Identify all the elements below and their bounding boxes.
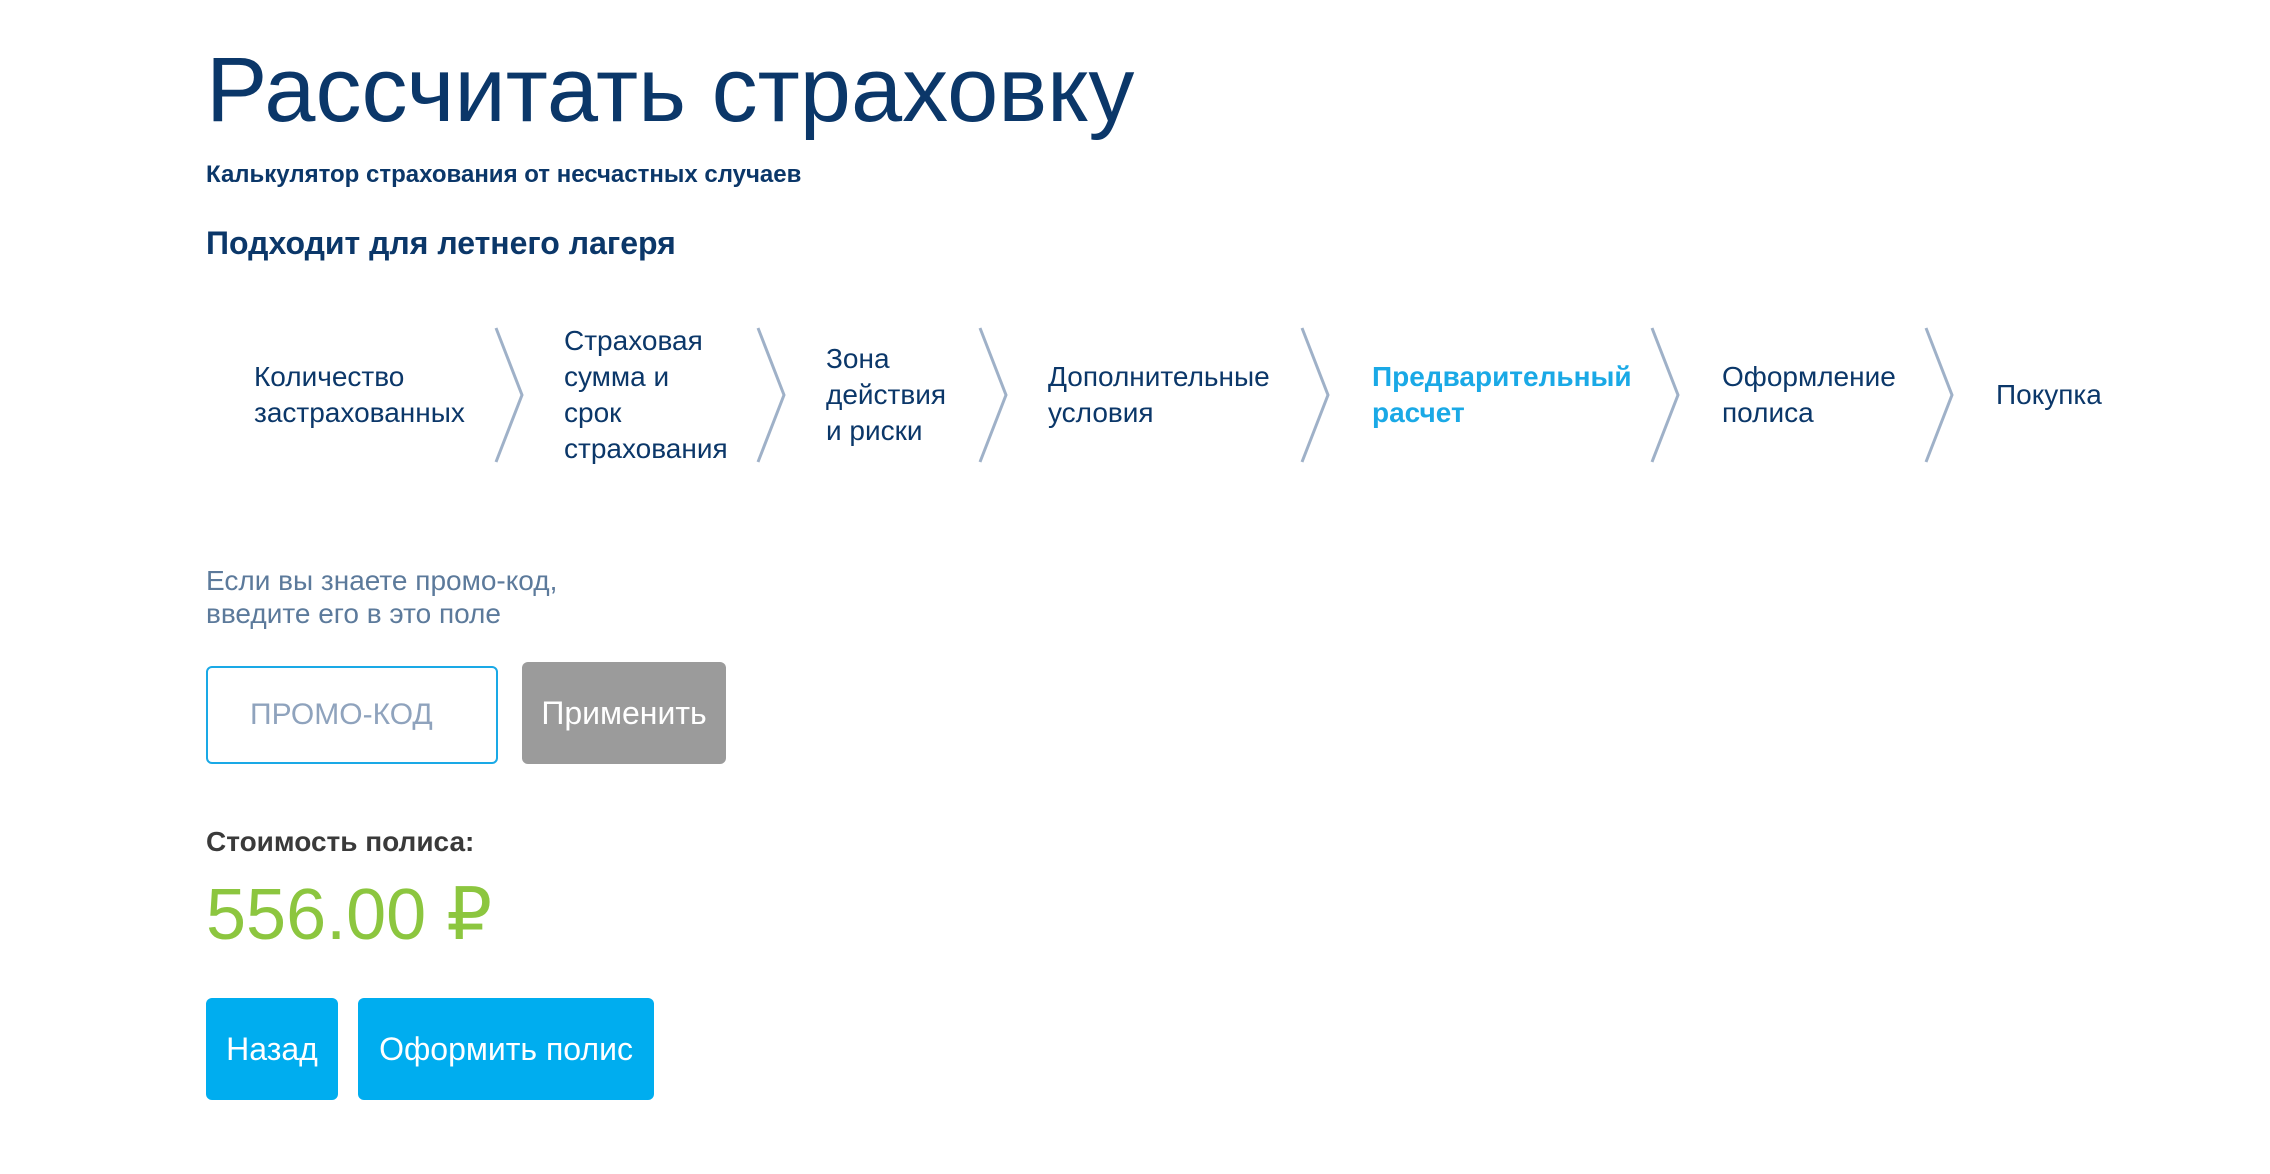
page-title: Рассчитать страховку: [206, 39, 1135, 141]
policy-cost-label: Стоимость полиса:: [206, 826, 475, 857]
step-label: Количество застрахованных: [254, 361, 465, 428]
calculator-page: Рассчитать страховку Калькулятор страхов…: [206, 0, 2206, 1174]
step-label: Страховая сумма и срок страхования: [564, 325, 728, 464]
page-subtitle: Калькулятор страхования от несчастных сл…: [206, 161, 802, 188]
step-zone-and-risks[interactable]: Зона действия и риски: [826, 320, 946, 470]
page-tagline: Подходит для летнего лагеря: [206, 225, 676, 261]
step-label: Покупка: [1996, 379, 2102, 410]
chevron-right-icon: [978, 327, 1008, 463]
chevron-right-icon: [494, 327, 524, 463]
promo-hint: Если вы знаете промо-код, введите его в …: [206, 565, 558, 629]
back-button[interactable]: Назад: [206, 998, 338, 1100]
issue-policy-button[interactable]: Оформить полис: [358, 998, 654, 1100]
step-policy-registration[interactable]: Оформление полиса: [1722, 320, 1896, 470]
step-additional-conditions[interactable]: Дополнительные условия: [1048, 320, 1270, 470]
step-purchase[interactable]: Покупка: [1996, 320, 2102, 470]
chevron-right-icon: [756, 327, 786, 463]
apply-promo-button[interactable]: Применить: [522, 662, 726, 764]
promo-code-input[interactable]: [206, 666, 498, 764]
chevron-right-icon: [1924, 327, 1954, 463]
step-label: Предварительный расчет: [1372, 361, 1632, 428]
chevron-right-icon: [1650, 327, 1680, 463]
steps-progress: Количество застрахованных Страховая сумм…: [206, 320, 2196, 470]
step-label: Зона действия и риски: [826, 343, 947, 446]
chevron-right-icon: [1300, 327, 1330, 463]
step-insured-count[interactable]: Количество застрахованных: [254, 320, 465, 470]
policy-cost-value: 556.00 ₽: [206, 875, 493, 955]
step-label: Дополнительные условия: [1048, 361, 1270, 428]
step-sum-and-term[interactable]: Страховая сумма и срок страхования: [564, 320, 728, 470]
step-preliminary-calculation[interactable]: Предварительный расчет: [1372, 320, 1632, 470]
step-label: Оформление полиса: [1722, 361, 1896, 428]
